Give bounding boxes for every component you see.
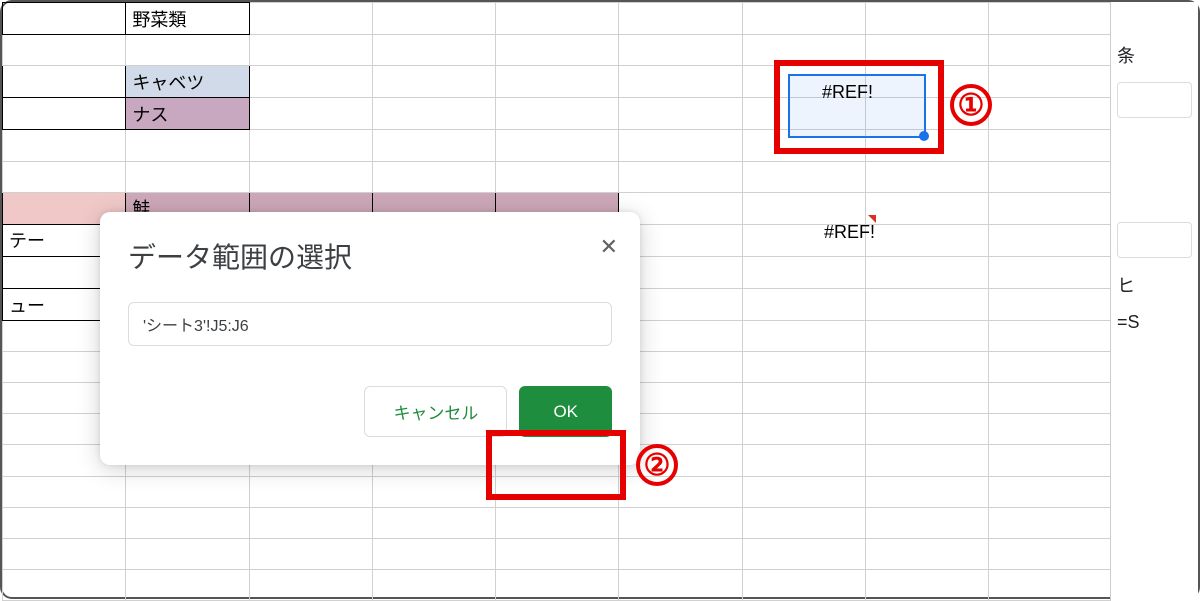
sidebar-field-2[interactable] [1117,222,1192,258]
cell[interactable]: 野菜類 [126,3,249,35]
cell[interactable]: ナス [126,98,249,130]
sidebar-hint-2: =S [1117,312,1192,333]
ref-error-text: #REF! [822,82,873,103]
sidebar-panel: 条 ヒ =S [1110,2,1198,601]
cell[interactable]: キャベツ [126,66,249,98]
sidebar-field-1[interactable] [1117,82,1192,118]
ok-button[interactable]: OK [519,386,612,437]
data-range-dialog: データ範囲の選択 ✕ キャンセル OK [100,212,640,465]
sidebar-hint-1: ヒ [1117,272,1192,298]
sidebar-label: 条 [1117,42,1192,68]
cancel-button[interactable]: キャンセル [364,386,507,437]
error-triangle-icon [868,215,876,223]
close-icon[interactable]: ✕ [600,234,618,260]
ref-error-text-2: #REF! [824,222,875,243]
dialog-title: データ範囲の選択 [128,236,612,276]
range-input[interactable] [128,302,612,346]
